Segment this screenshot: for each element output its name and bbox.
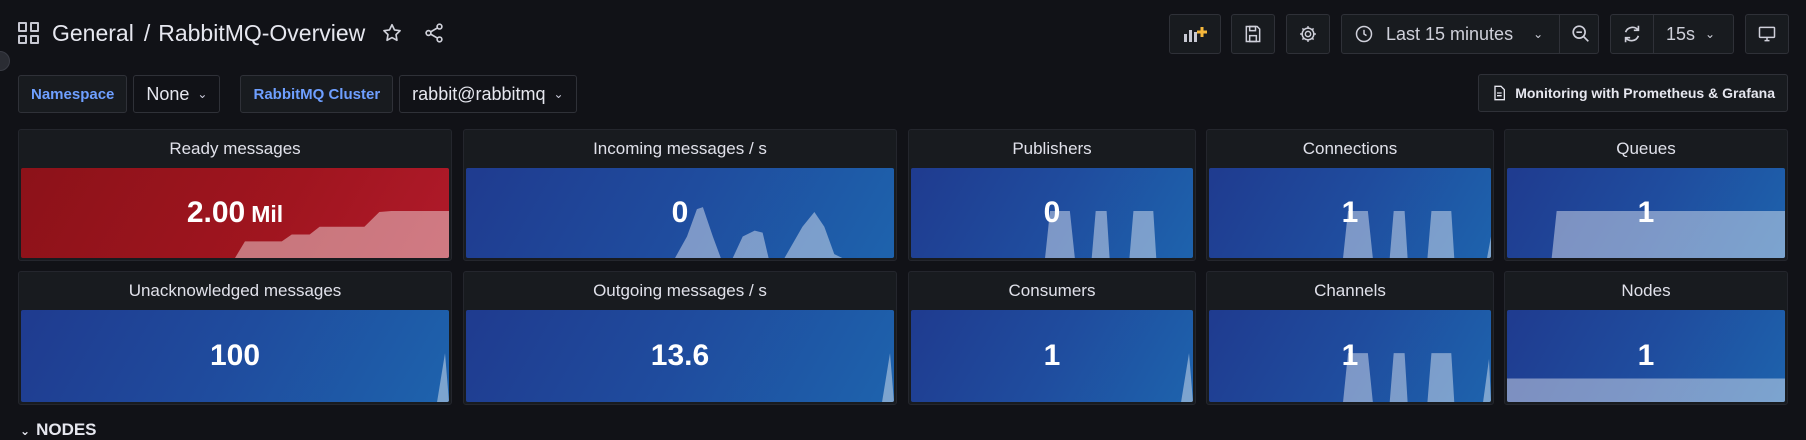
panel-body: 1 (1209, 168, 1491, 258)
variable-select-cluster[interactable]: rabbit@rabbitmq ⌄ (399, 75, 577, 113)
panel-body: 13.6 (466, 310, 894, 402)
monitor-icon (1758, 26, 1776, 42)
panel-title: Unacknowledged messages (128, 281, 342, 300)
zoom-out-icon[interactable] (1570, 23, 1592, 45)
add-panel-icon (1184, 27, 1207, 42)
panel-title: Incoming messages / s (593, 139, 767, 158)
panel-title: Nodes (1621, 281, 1671, 300)
stat-value: 1 (1043, 339, 1061, 372)
refresh-interval-label: 15s (1666, 23, 1696, 44)
time-picker[interactable]: Last 15 minutes ⌄ (1341, 14, 1599, 54)
share-icon[interactable] (419, 18, 449, 48)
stat-value: 1 (1341, 196, 1359, 229)
chevron-down-icon: ⌄ (20, 424, 31, 438)
top-bar: General / RabbitMQ-Overview Last 15 minute… (0, 0, 1806, 68)
stat-value: 1 (1637, 339, 1655, 372)
panel-title: Channels (1314, 281, 1386, 300)
panel-channels[interactable]: Channels 1 (1206, 271, 1494, 405)
panel-body: 1 (1507, 168, 1785, 258)
panel-outgoing-messages[interactable]: Outgoing messages / s 13.6 (463, 271, 897, 405)
save-dashboard-button[interactable] (1231, 14, 1275, 54)
stat-value: 0 (671, 196, 689, 229)
panel-queues[interactable]: Queues 1 (1504, 129, 1788, 261)
dashboard-settings-button[interactable] (1286, 14, 1330, 54)
variable-value-cluster: rabbit@rabbitmq (412, 83, 546, 104)
row-header-nodes[interactable]: ⌄ NODES (20, 420, 97, 440)
panel-incoming-messages[interactable]: Incoming messages / s 0 (463, 129, 897, 261)
row-title: NODES (36, 420, 97, 439)
star-icon[interactable] (377, 18, 407, 48)
panel-title: Ready messages (169, 139, 301, 158)
refresh-picker[interactable]: 15s ⌄ (1610, 14, 1734, 54)
breadcrumb: General / RabbitMQ-Overview (18, 18, 449, 48)
dashboard-title[interactable]: RabbitMQ-Overview (158, 20, 365, 46)
panel-title: Queues (1616, 139, 1676, 158)
variable-label-namespace: Namespace (18, 75, 128, 113)
stat-value: 2.00 Mil (186, 196, 284, 229)
panel-title: Connections (1302, 139, 1398, 158)
chevron-down-icon: ⌄ (553, 87, 564, 101)
dashboard-link-monitoring[interactable]: Monitoring with Prometheus & Grafana (1478, 74, 1788, 112)
dashboard-link-label: Monitoring with Prometheus & Grafana (1515, 85, 1775, 101)
chevron-down-icon: ⌄ (1705, 27, 1716, 41)
save-icon (1245, 25, 1261, 43)
variables-row: Namespace None ⌄ RabbitMQ Cluster rabbit@… (18, 74, 577, 114)
panel-title: Consumers (1008, 281, 1096, 300)
stat-value: 1 (1637, 196, 1655, 229)
panel-unacknowledged-messages[interactable]: Unacknowledged messages 100 (18, 271, 452, 405)
panel-body: 1 (911, 310, 1193, 402)
stat-value: 1 (1341, 339, 1359, 372)
panel-body: 0 (466, 168, 894, 258)
panel-body: 0 (911, 168, 1193, 258)
panel-nodes[interactable]: Nodes 1 (1504, 271, 1788, 405)
panel-body: 1 (1209, 310, 1491, 402)
panel-consumers[interactable]: Consumers 1 (908, 271, 1196, 405)
chevron-down-icon: ⌄ (197, 87, 208, 101)
gear-icon (1300, 26, 1316, 42)
document-icon (1494, 85, 1506, 101)
chevron-down-icon: ⌄ (1533, 27, 1544, 41)
panel-body: 2.00 Mil (21, 168, 449, 258)
add-panel-button[interactable] (1169, 14, 1221, 54)
dashboards-grid-icon[interactable] (18, 22, 40, 44)
panel-ready-messages[interactable]: Ready messages 2.00 Mil (18, 129, 452, 261)
stat-value: 13.6 (650, 339, 710, 372)
panel-body: 100 (21, 310, 449, 402)
breadcrumb-separator: / (143, 19, 151, 46)
panel-connections[interactable]: Connections 1 (1206, 129, 1494, 261)
refresh-icon[interactable] (1621, 23, 1643, 45)
variable-select-namespace[interactable]: None ⌄ (133, 75, 221, 113)
variable-label-cluster: RabbitMQ Cluster (240, 75, 394, 113)
tv-mode-button[interactable] (1745, 14, 1789, 54)
panel-publishers[interactable]: Publishers 0 (908, 129, 1196, 261)
variable-value-namespace: None (146, 83, 190, 104)
panel-title: Publishers (1012, 139, 1092, 158)
breadcrumb-folder[interactable]: General (52, 20, 134, 46)
time-range-label: Last 15 minutes (1386, 23, 1514, 44)
stat-value: 100 (209, 339, 261, 372)
stat-value: 0 (1043, 196, 1061, 229)
panel-title: Outgoing messages / s (593, 281, 767, 300)
clock-icon (1355, 25, 1373, 43)
panel-body: 1 (1507, 310, 1785, 402)
